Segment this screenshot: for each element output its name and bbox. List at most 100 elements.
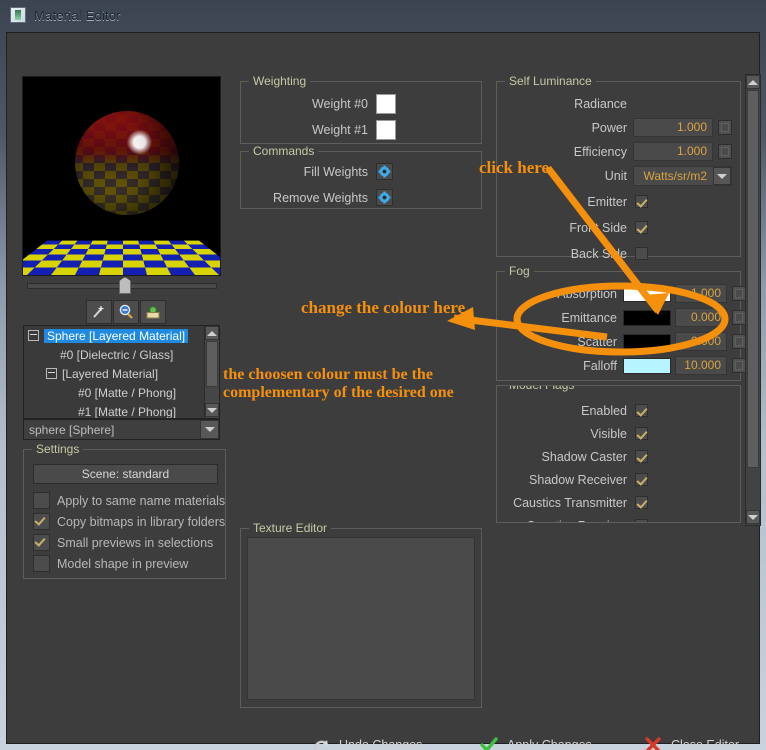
- model-flags-legend: Model Flags: [505, 386, 579, 392]
- undo-changes-button[interactable]: Undo Changes: [312, 733, 422, 750]
- apply-changes-button[interactable]: Apply Changes: [480, 733, 592, 750]
- model-flag-checkbox[interactable]: [635, 519, 648, 522]
- fog-stepper[interactable]: [732, 358, 746, 373]
- tree-scroll-thumb[interactable]: [206, 341, 218, 387]
- command-row[interactable]: Fill Weights: [241, 162, 393, 181]
- settings-checkbox[interactable]: [33, 534, 50, 551]
- tree-node[interactable]: Sphere [Layered Material]: [24, 326, 219, 345]
- zoom-out-magnifier-icon[interactable]: [113, 300, 139, 324]
- fog-value-input[interactable]: 0.000: [675, 308, 727, 327]
- texture-editor-canvas[interactable]: [247, 537, 475, 700]
- right-scroll-thumb[interactable]: [747, 90, 759, 468]
- fog-stepper[interactable]: [732, 286, 746, 301]
- settings-checkbox-label: Apply to same name materials: [57, 493, 226, 508]
- fog-color-swatch[interactable]: [623, 309, 671, 326]
- material-tree-scrollbar[interactable]: [204, 326, 219, 418]
- luminance-flag-label: Emitter: [587, 194, 627, 209]
- model-flag-row[interactable]: Shadow Caster: [497, 447, 648, 466]
- luminance-flag-checkbox[interactable]: [635, 247, 648, 260]
- preview-zoom-slider-knob[interactable]: [119, 277, 131, 294]
- weight-swatch[interactable]: [376, 93, 396, 114]
- commands-group: Commands Fill Weights Remove Weights: [240, 144, 482, 209]
- gear-icon[interactable]: [376, 163, 393, 180]
- close-editor-button[interactable]: Close Editor: [644, 733, 739, 750]
- settings-checkbox-row[interactable]: Copy bitmaps in library folders: [33, 513, 225, 530]
- tree-scroll-down-button[interactable]: [205, 403, 219, 417]
- fog-label: Emittance: [561, 310, 617, 325]
- power-input[interactable]: 1.000: [633, 118, 713, 137]
- fog-color-swatch[interactable]: [623, 333, 671, 350]
- material-editor-window: Material Editor Sphere [Layered Material…: [0, 0, 766, 750]
- model-flag-checkbox[interactable]: [635, 427, 648, 440]
- efficiency-stepper[interactable]: [718, 144, 732, 159]
- scroll-down-button[interactable]: [746, 510, 760, 524]
- fog-color-swatch[interactable]: [623, 285, 671, 302]
- model-flag-row[interactable]: Enabled: [497, 401, 648, 420]
- fog-row: Emittance 0.000: [497, 308, 746, 327]
- unit-value: Watts/sr/m2: [643, 169, 707, 183]
- settings-checkbox-row[interactable]: Apply to same name materials: [33, 492, 225, 509]
- efficiency-input[interactable]: 1.000: [633, 142, 713, 161]
- tree-expander-icon[interactable]: [28, 330, 39, 341]
- fog-value-input[interactable]: 10.000: [675, 356, 727, 375]
- command-label: Remove Weights: [273, 190, 368, 205]
- unit-combo[interactable]: Watts/sr/m2: [633, 166, 732, 186]
- material-library-icon[interactable]: [140, 300, 166, 324]
- luminance-flag-checkbox[interactable]: [635, 195, 648, 208]
- fog-row: Falloff 10.000: [497, 356, 746, 375]
- tree-node[interactable]: #0 [Matte / Phong]: [24, 383, 219, 402]
- power-stepper[interactable]: [718, 120, 732, 135]
- red-x-icon: [645, 737, 661, 750]
- settings-checkbox-label: Copy bitmaps in library folders: [57, 514, 226, 529]
- settings-checkbox[interactable]: [33, 513, 50, 530]
- chevron-down-icon[interactable]: [713, 167, 731, 185]
- settings-checkbox[interactable]: [33, 555, 50, 572]
- command-row[interactable]: Remove Weights: [241, 188, 393, 207]
- settings-checkbox-row[interactable]: Small previews in selections: [33, 534, 213, 551]
- model-flag-checkbox[interactable]: [635, 496, 648, 509]
- scene-button[interactable]: Scene: standard: [33, 464, 218, 484]
- tree-expander-icon[interactable]: [46, 368, 57, 379]
- material-selector-value: sphere [Sphere]: [29, 422, 115, 437]
- texture-editor-legend: Texture Editor: [249, 521, 332, 535]
- model-flag-row[interactable]: Visible: [497, 424, 648, 443]
- chevron-down-icon[interactable]: [200, 420, 219, 439]
- close-editor-label: Close Editor: [671, 738, 740, 750]
- tree-node[interactable]: #0 [Dielectric / Glass]: [24, 345, 219, 364]
- model-flag-row[interactable]: Caustics Receiver: [497, 516, 648, 522]
- luminance-flag-row[interactable]: Front Side: [497, 218, 648, 237]
- fog-stepper[interactable]: [732, 310, 746, 325]
- material-tree[interactable]: Sphere [Layered Material] #0 [Dielectric …: [23, 325, 220, 419]
- scroll-up-button[interactable]: [746, 75, 760, 89]
- fog-value-input[interactable]: 1.000: [675, 284, 727, 303]
- tree-node[interactable]: #1 [Matte / Phong]: [24, 402, 219, 419]
- weight-swatch[interactable]: [376, 119, 396, 140]
- fog-stepper[interactable]: [732, 334, 746, 349]
- luminance-flag-checkbox[interactable]: [635, 221, 648, 234]
- right-scrollbar[interactable]: [745, 74, 761, 526]
- annotation-note-line1: the choosen colour must be the: [223, 366, 433, 383]
- model-flag-label: Enabled: [581, 403, 627, 418]
- tree-scroll-up-button[interactable]: [205, 326, 219, 340]
- material-preview[interactable]: [22, 76, 221, 276]
- model-flag-checkbox[interactable]: [635, 450, 648, 463]
- model-flag-row[interactable]: Caustics Transmitter: [497, 493, 648, 512]
- material-library-glyph: [146, 306, 160, 319]
- settings-checkbox-row[interactable]: Model shape in preview: [33, 555, 188, 572]
- gear-icon[interactable]: [376, 189, 393, 206]
- tree-node[interactable]: [Layered Material]: [24, 364, 219, 383]
- fog-value-input[interactable]: 0.000: [675, 332, 727, 351]
- settings-group: Settings Scene: standard Apply to same n…: [23, 442, 226, 579]
- self-luminance-legend: Self Luminance: [505, 74, 596, 88]
- zoom-in-wand-icon[interactable]: [86, 300, 112, 324]
- luminance-flag-row[interactable]: Emitter: [497, 192, 648, 211]
- settings-checkbox[interactable]: [33, 492, 50, 509]
- model-flag-row[interactable]: Shadow Receiver: [497, 470, 648, 489]
- luminance-flag-row[interactable]: Back Side: [497, 244, 648, 263]
- fog-group: Fog Absorption 1.000 Emittance 0.000 Scatter…: [496, 264, 746, 381]
- model-flag-checkbox[interactable]: [635, 404, 648, 417]
- material-selector-combo[interactable]: sphere [Sphere]: [23, 419, 220, 440]
- model-flag-checkbox[interactable]: [635, 473, 648, 486]
- fog-color-swatch[interactable]: [623, 357, 671, 374]
- fog-row: Scatter 0.000: [497, 332, 746, 351]
